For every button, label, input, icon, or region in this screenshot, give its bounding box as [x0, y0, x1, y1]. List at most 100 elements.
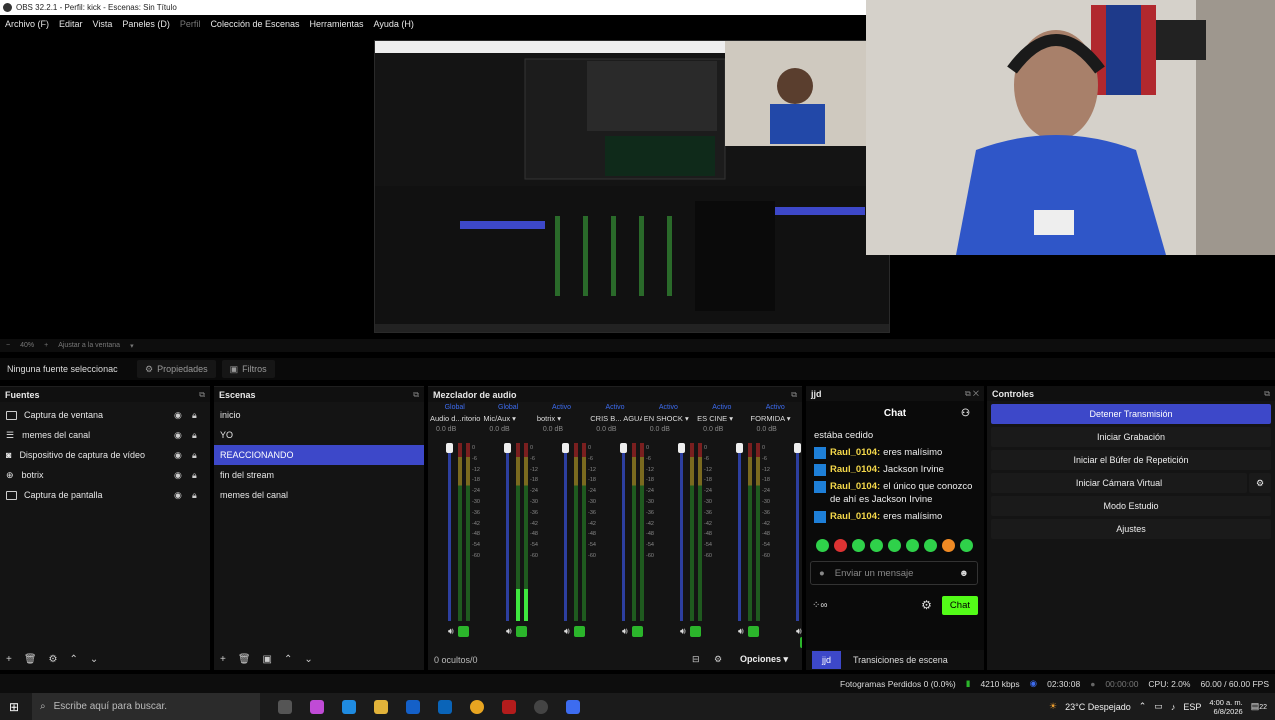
add-source-button[interactable]: +: [6, 654, 12, 665]
move-up-button[interactable]: ⌃: [284, 654, 292, 665]
menu-editar[interactable]: Editar: [59, 19, 83, 29]
tab-transiciones[interactable]: Transiciones de escena: [853, 655, 948, 665]
chat-user[interactable]: Raul_0104:: [830, 511, 880, 522]
fader-knob[interactable]: [446, 443, 453, 453]
lock-icon[interactable]: 🔒︎: [192, 490, 197, 501]
mail-icon[interactable]: [438, 699, 452, 714]
source-settings-button[interactable]: ⚙: [49, 654, 58, 665]
volume-icon[interactable]: 🔊︎: [796, 626, 802, 636]
mixer-settings-icon[interactable]: ⚙: [714, 654, 722, 665]
network-icon[interactable]: ▭: [1154, 701, 1163, 712]
language[interactable]: ESP: [1183, 702, 1201, 712]
chat-input[interactable]: ● Enviar un mensaje ☻: [810, 561, 978, 585]
tab-jjd[interactable]: jjd: [812, 651, 842, 669]
windows-start-icon[interactable]: ⊞: [9, 700, 19, 714]
headphones-icon[interactable]: [515, 626, 527, 638]
chat-user[interactable]: Raul_0104:: [830, 447, 880, 458]
start-recording-button[interactable]: Iniciar Grabación: [991, 427, 1271, 447]
volume-fader[interactable]: [564, 443, 567, 621]
volume-icon[interactable]: ♪: [1171, 702, 1176, 712]
emote-icon[interactable]: [852, 538, 865, 552]
chevron-down-icon[interactable]: ▾: [683, 414, 689, 423]
chat-user[interactable]: Raul_0104:: [830, 464, 880, 475]
menu-archivo[interactable]: Archivo (F): [5, 19, 49, 29]
fader-knob[interactable]: [736, 443, 743, 453]
remove-scene-button[interactable]: 🗑︎: [238, 654, 251, 665]
points-icon[interactable]: ⁘∞: [812, 600, 828, 611]
scene-item-selected[interactable]: REACCIONANDO: [214, 445, 424, 465]
menu-coleccion-escenas[interactable]: Colección de Escenas: [210, 19, 299, 29]
headphones-icon[interactable]: [457, 626, 469, 638]
menu-vista[interactable]: Vista: [93, 19, 113, 29]
undock-icon[interactable]: ⧉: [199, 390, 205, 400]
volume-icon[interactable]: 🔊︎: [622, 626, 628, 636]
emote-icon[interactable]: [834, 538, 847, 552]
headphones-icon[interactable]: [747, 626, 759, 638]
menu-ayuda[interactable]: Ayuda (H): [374, 19, 414, 29]
zoom-out-button[interactable]: −: [6, 342, 10, 349]
source-item[interactable]: ⊕ botrix ◉ 🔒︎: [0, 465, 210, 485]
chevron-down-icon[interactable]: ▾: [555, 414, 561, 423]
volume-fader[interactable]: [506, 443, 509, 621]
chevron-down-icon[interactable]: ▾: [130, 342, 134, 350]
volume-icon[interactable]: 🔊︎: [680, 626, 686, 636]
fader-knob[interactable]: [678, 443, 685, 453]
channel-name[interactable]: botrix ▾: [535, 414, 588, 423]
close-icon[interactable]: ⧉ ✕: [965, 389, 979, 399]
settings-button[interactable]: Ajustes: [991, 519, 1271, 539]
volume-fader[interactable]: [448, 443, 451, 621]
source-item[interactable]: Captura de ventana ◉ 🔒︎: [0, 405, 210, 425]
weather[interactable]: 23°C Despejado: [1065, 702, 1131, 712]
volume-fader[interactable]: [622, 443, 625, 621]
headphones-icon[interactable]: [631, 626, 643, 638]
source-item[interactable]: ☰ memes del canal ◉ 🔒︎: [0, 425, 210, 445]
headphones-icon[interactable]: [689, 626, 701, 638]
fader-knob[interactable]: [794, 443, 801, 453]
move-up-button[interactable]: ⌃: [70, 654, 78, 665]
start-virtual-camera-button[interactable]: Iniciar Cámara Virtual: [991, 473, 1247, 493]
source-item[interactable]: Captura de pantalla ◉ 🔒︎: [0, 485, 210, 505]
scene-filters-button[interactable]: ▣: [263, 654, 272, 665]
volume-fader[interactable]: [680, 443, 683, 621]
stop-streaming-button[interactable]: Detener Transmisión: [991, 404, 1271, 424]
filters-button[interactable]: ▣ Filtros: [221, 360, 275, 378]
app-icon[interactable]: [502, 699, 516, 714]
emote-icon[interactable]: [960, 538, 973, 552]
add-scene-button[interactable]: +: [220, 654, 226, 665]
channel-name[interactable]: ES CINE ▾: [695, 414, 748, 423]
start-replay-buffer-button[interactable]: Iniciar el Búfer de Repetición: [991, 450, 1271, 470]
eye-icon[interactable]: ◉: [174, 470, 182, 481]
emote-icon[interactable]: [942, 538, 955, 552]
chat-user[interactable]: Raul_0104:: [830, 481, 880, 492]
move-down-button[interactable]: ⌄: [90, 654, 98, 665]
move-down-button[interactable]: ⌄: [304, 654, 312, 665]
clock[interactable]: 4:00 a. m. 6/8/2026: [1209, 698, 1242, 716]
undock-icon[interactable]: ⧉: [413, 390, 419, 400]
emote-icon[interactable]: [906, 538, 919, 552]
menu-paneles[interactable]: Paneles (D): [122, 19, 170, 29]
undock-icon[interactable]: ⧉: [791, 390, 797, 400]
scene-item[interactable]: fin del stream: [214, 465, 424, 485]
eye-icon[interactable]: ◉: [174, 430, 182, 441]
emote-icon[interactable]: [816, 538, 829, 552]
fader-knob[interactable]: [504, 443, 511, 453]
source-item[interactable]: ◙ Dispositivo de captura de vídeo ◉ 🔒︎: [0, 445, 210, 465]
virtual-camera-settings-icon[interactable]: ⚙: [1249, 473, 1271, 493]
scene-item[interactable]: YO: [214, 425, 424, 445]
volume-icon[interactable]: 🔊︎: [448, 626, 454, 636]
channel-name[interactable]: FORMIDA ▾: [749, 414, 802, 423]
chevron-down-icon[interactable]: ▾: [785, 414, 791, 423]
fader-knob[interactable]: [620, 443, 627, 453]
fader-knob[interactable]: [562, 443, 569, 453]
copilot-icon[interactable]: [310, 699, 324, 714]
taskbar-search[interactable]: ⌕ Escribe aquí para buscar.: [32, 693, 260, 720]
eye-icon[interactable]: ◉: [174, 490, 182, 501]
studio-mode-button[interactable]: Modo Estudio: [991, 496, 1271, 516]
remove-source-button[interactable]: 🗑︎: [24, 654, 37, 665]
channel-name[interactable]: CRIS B... AGUA ▾: [588, 414, 641, 423]
app-icon[interactable]: [566, 699, 580, 714]
emote-icon[interactable]: [888, 538, 901, 552]
mixer-options-button[interactable]: Opciones ▾: [740, 654, 788, 665]
channel-name[interactable]: Audio d...ritorio ▾: [428, 414, 481, 423]
lock-icon[interactable]: 🔒︎: [192, 470, 197, 481]
